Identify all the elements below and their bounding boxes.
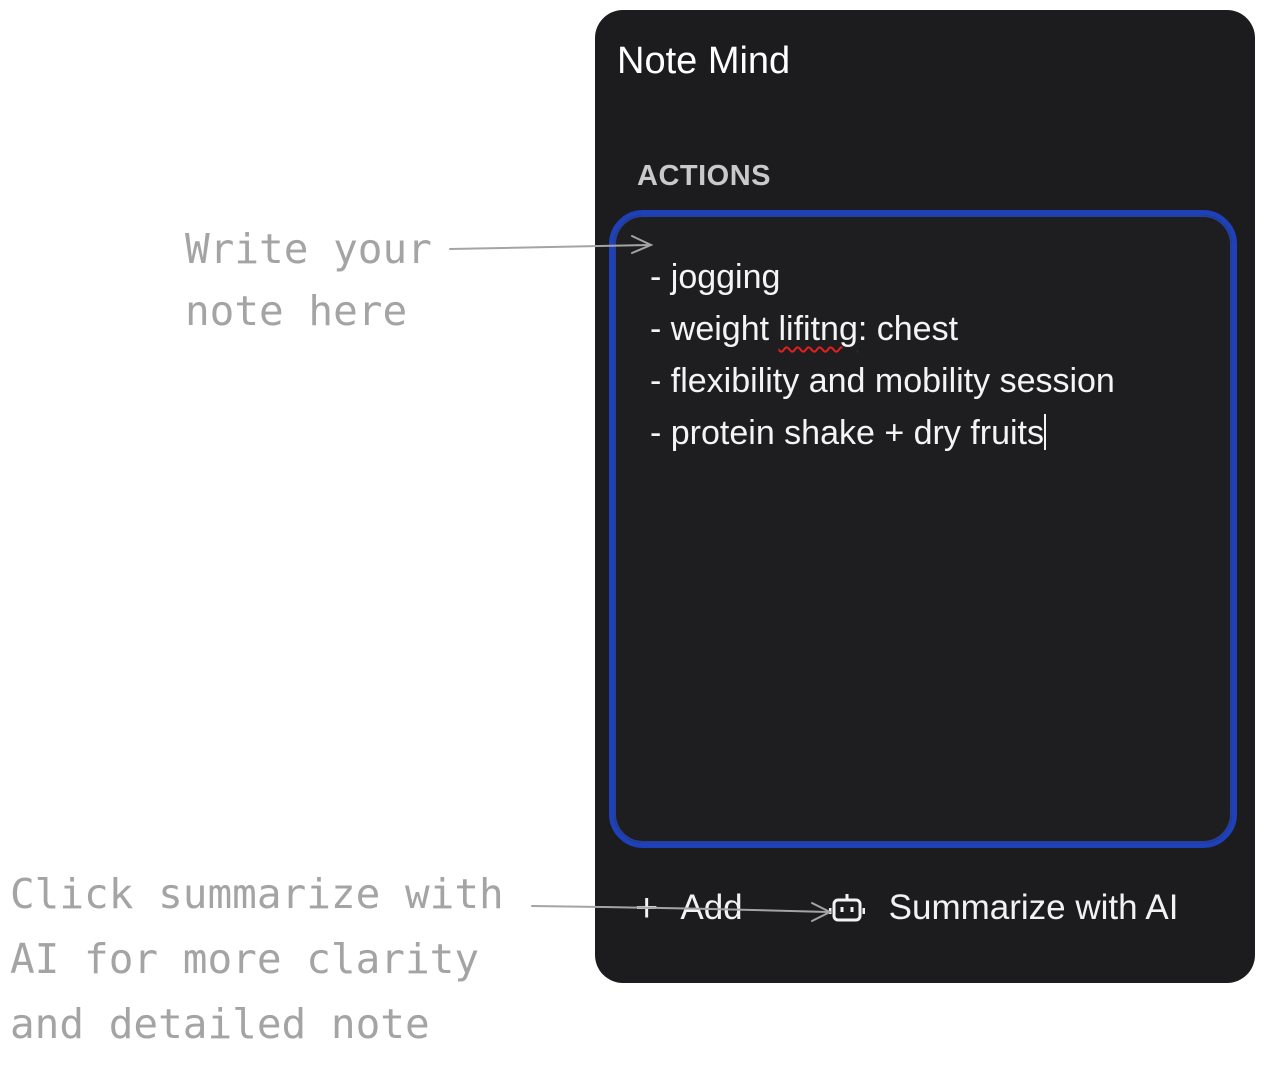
plus-icon: + xyxy=(635,886,659,930)
note-textarea[interactable]: - jogging - weight lifitng: chest - flex… xyxy=(609,210,1237,848)
action-footer: + Add Summarize with AI xyxy=(635,880,1178,936)
note-panel: Note Mind ACTIONS - jogging - weight lif… xyxy=(595,10,1255,983)
misspelled-word: lifitng xyxy=(778,310,858,348)
text-caret xyxy=(1044,414,1047,450)
annotation-summarize: Click summarize with AI for more clarity… xyxy=(10,870,504,1048)
section-label-actions: ACTIONS xyxy=(637,160,771,192)
note-line: - jogging xyxy=(650,258,781,296)
note-line-text: - protein shake + dry fruits xyxy=(650,414,1045,452)
add-button[interactable]: + Add xyxy=(635,888,743,928)
robot-icon xyxy=(828,891,865,925)
app-title: Note Mind xyxy=(617,40,791,82)
summarize-button-label: Summarize with AI xyxy=(888,888,1179,927)
note-content: - jogging - weight lifitng: chest - flex… xyxy=(650,251,1115,459)
summarize-with-ai-button[interactable]: Summarize with AI xyxy=(828,888,1179,928)
add-button-label: Add xyxy=(680,888,743,927)
annotation-write-note: Write your note here xyxy=(185,225,432,335)
note-line: - weight lifitng: chest xyxy=(650,310,959,348)
note-line-last: - protein shake + dry fruits xyxy=(650,407,1115,459)
note-line: - flexibility and mobility session xyxy=(650,362,1115,400)
